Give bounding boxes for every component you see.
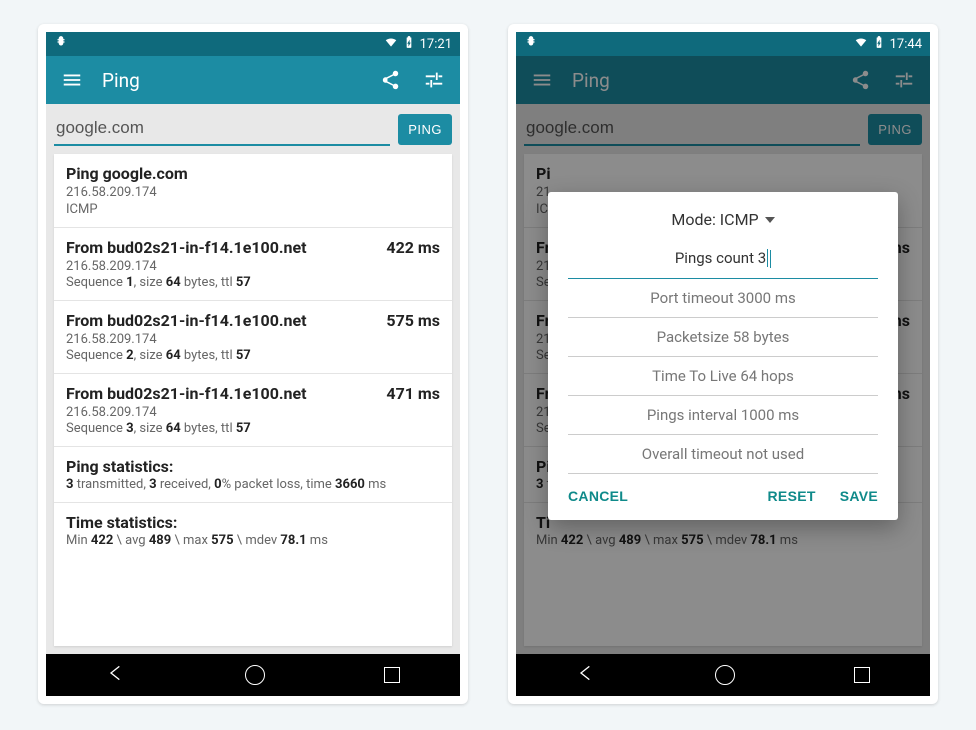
debug-icon [524, 35, 538, 53]
status-bar: 17:21 [46, 32, 460, 56]
header-ip: 216.58.209.174 [66, 185, 440, 200]
reset-button[interactable]: RESET [768, 488, 816, 504]
recents-icon[interactable] [384, 667, 400, 683]
result-header: Ping google.com 216.58.209.174 ICMP [54, 154, 452, 228]
ping-stats: Ping statistics: 3 transmitted, 3 receiv… [54, 447, 452, 503]
screen: 17:44 Ping PING Pi21IC Frms21Se Frms21Se… [516, 32, 930, 696]
share-icon[interactable] [376, 66, 404, 94]
reply-row: From bud02s21-in-f14.1e100.net 575 ms 21… [54, 301, 452, 374]
reply-row: From bud02s21-in-f14.1e100.net 422 ms 21… [54, 228, 452, 301]
pings-count-field[interactable]: Pings count 3 [568, 239, 878, 279]
tune-icon[interactable] [420, 66, 448, 94]
port-timeout-field[interactable]: Port timeout 3000 ms [568, 279, 878, 318]
reply-row: From bud02s21-in-f14.1e100.net 471 ms 21… [54, 374, 452, 447]
battery-icon [402, 35, 416, 53]
wifi-icon [384, 35, 398, 53]
results-list[interactable]: Ping google.com 216.58.209.174 ICMP From… [54, 154, 452, 646]
latency-value: 575 ms [386, 311, 440, 330]
latency-value: 422 ms [386, 238, 440, 257]
settings-dialog: Mode: ICMP Pings count 3 Port timeout 30… [548, 192, 898, 520]
phone-left: 17:21 Ping PING Ping google.com 216.58.2… [38, 24, 468, 704]
ttl-field[interactable]: Time To Live 64 hops [568, 357, 878, 396]
mode-dropdown[interactable]: Mode: ICMP [568, 210, 878, 229]
home-icon[interactable] [715, 665, 735, 685]
app-title: Ping [102, 69, 360, 92]
ping-button[interactable]: PING [398, 114, 452, 145]
android-navbar [516, 654, 930, 696]
wifi-icon [854, 35, 868, 53]
recents-icon[interactable] [854, 667, 870, 683]
host-input[interactable] [54, 112, 390, 146]
interval-field[interactable]: Pings interval 1000 ms [568, 396, 878, 435]
header-proto: ICMP [66, 202, 440, 217]
status-time: 17:21 [420, 37, 452, 52]
status-bar: 17:44 [516, 32, 930, 56]
home-icon[interactable] [245, 665, 265, 685]
back-icon[interactable] [576, 663, 596, 687]
packetsize-field[interactable]: Packetsize 58 bytes [568, 318, 878, 357]
battery-icon [872, 35, 886, 53]
screen: 17:21 Ping PING Ping google.com 216.58.2… [46, 32, 460, 696]
phone-right: 17:44 Ping PING Pi21IC Frms21Se Frms21Se… [508, 24, 938, 704]
latency-value: 471 ms [386, 384, 440, 403]
status-time: 17:44 [890, 37, 922, 52]
debug-icon [54, 35, 68, 53]
search-row: PING [46, 104, 460, 154]
cancel-button[interactable]: CANCEL [568, 488, 628, 504]
app-bar: Ping [46, 56, 460, 104]
time-stats: Time statistics: Min 422 \ avg 489 \ max… [54, 503, 452, 558]
overall-timeout-field[interactable]: Overall timeout not used [568, 435, 878, 474]
chevron-down-icon [765, 215, 775, 225]
header-title: Ping google.com [66, 164, 440, 183]
back-icon[interactable] [106, 663, 126, 687]
menu-icon[interactable] [58, 66, 86, 94]
dialog-actions: CANCEL RESET SAVE [568, 474, 878, 510]
save-button[interactable]: SAVE [840, 488, 878, 504]
android-navbar [46, 654, 460, 696]
